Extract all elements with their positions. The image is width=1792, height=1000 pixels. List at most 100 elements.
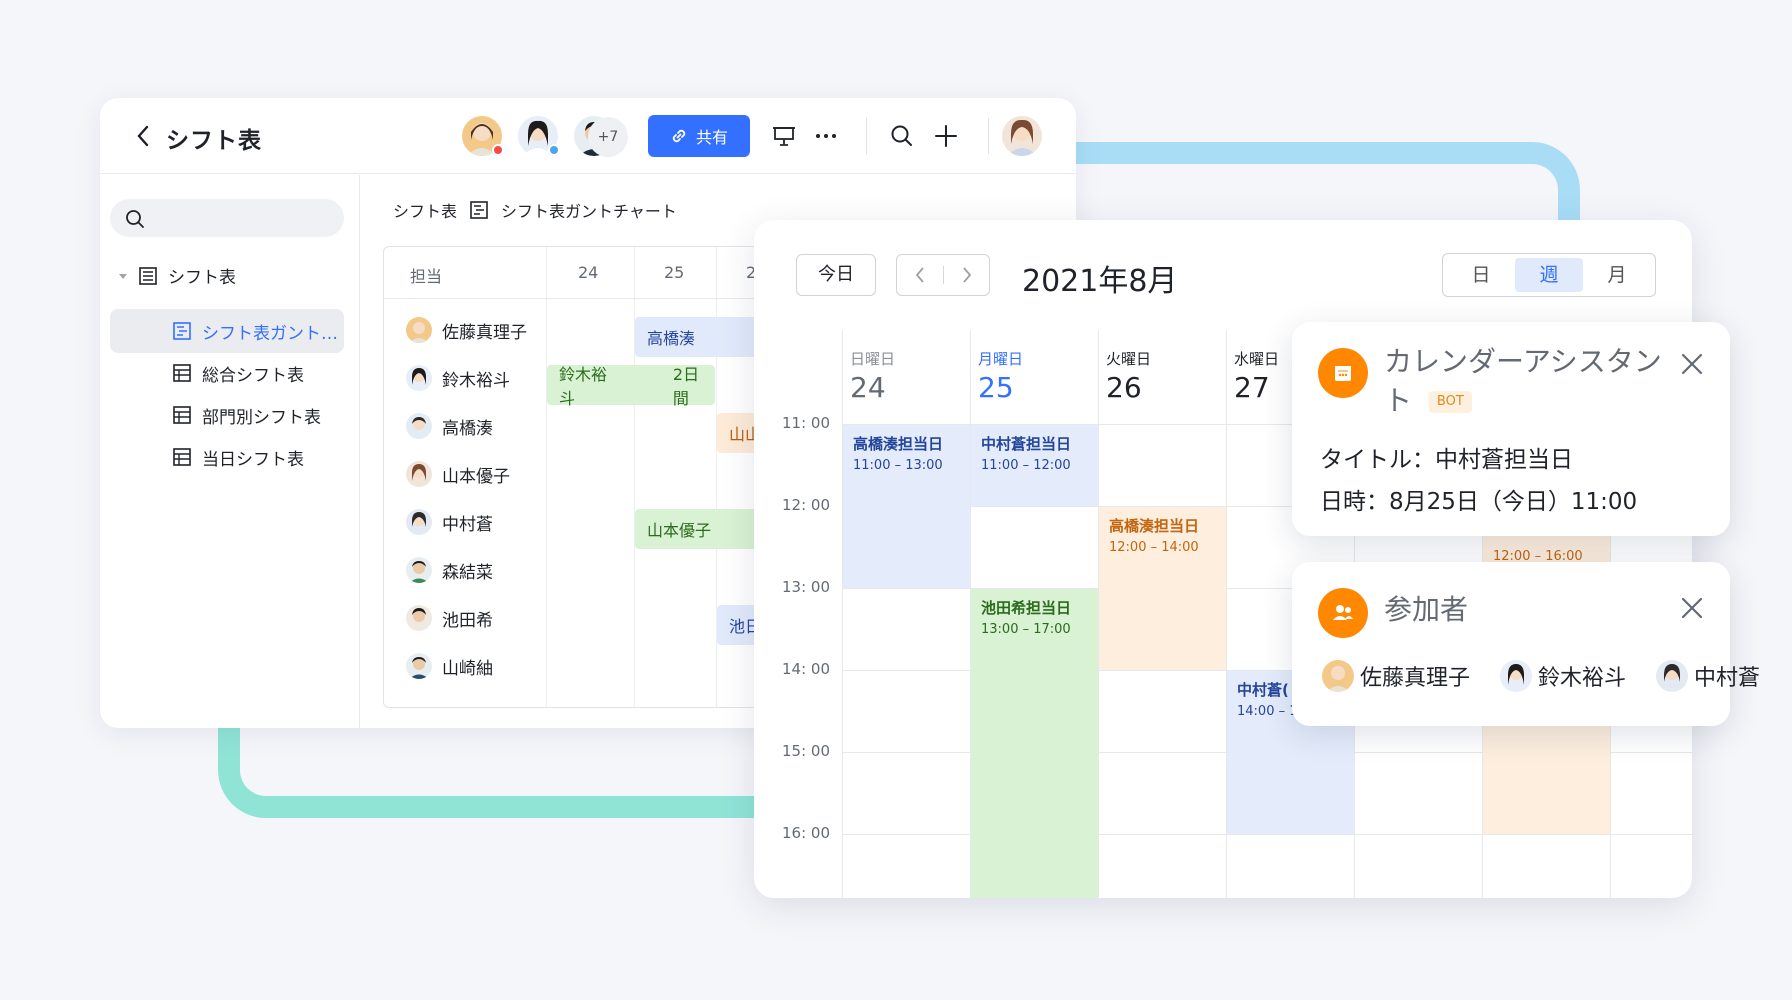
sidebar-item-label: 部門別シフト表 [202, 407, 321, 428]
gantt-row-person: 高橋湊 [406, 413, 493, 439]
event-time: 11:00 – 13:00 [853, 458, 943, 474]
close-icon[interactable] [1678, 594, 1706, 622]
calendar-event[interactable]: 高橋湊担当日 12:00 – 14:00 [1099, 507, 1226, 670]
gantt-grid-line [546, 247, 547, 707]
back-chevron-icon[interactable] [134, 124, 152, 148]
gantt-row-person: 森結菜 [406, 557, 493, 583]
sidebar-item-gantt[interactable]: シフト表ガント… [110, 309, 344, 353]
share-button[interactable]: 共有 [648, 115, 750, 157]
avatar [406, 413, 432, 439]
sidebar-item-department-shift[interactable]: 部門別シフト表 [110, 393, 344, 437]
participant-name: 中村蒼 [1694, 666, 1761, 691]
next-week-button[interactable] [944, 255, 990, 295]
table-icon [173, 364, 191, 382]
assistant-event-datetime: 日時：8月25日（今日）11:00 [1320, 489, 1638, 515]
document-icon [139, 266, 157, 285]
search-icon[interactable] [888, 122, 916, 150]
close-icon[interactable] [1678, 350, 1706, 378]
avatar [1656, 660, 1689, 692]
date-number: 25 [978, 371, 1014, 404]
calendar-event[interactable]: 中村蒼担当日 11:00 – 12:00 [971, 425, 1098, 506]
calendar-bot-icon [1318, 348, 1368, 398]
table-icon [173, 448, 191, 466]
time-label: 12: 00 [782, 496, 830, 514]
weekday-label: 日曜日 [850, 350, 896, 368]
avatar [406, 461, 432, 487]
event-time: 13:00 – 17:00 [981, 622, 1071, 638]
breadcrumb-current: シフト表ガントチャート [501, 202, 677, 221]
time-label: 14: 00 [782, 660, 830, 678]
link-icon [672, 129, 686, 143]
event-title: 高橋湊担当日 [853, 435, 944, 453]
calendar-event[interactable]: 池田希担当日 13:00 – 17:00 [971, 589, 1098, 898]
sidebar-item-general-shift[interactable]: 総合シフト表 [110, 351, 344, 395]
avatar [406, 653, 432, 679]
gantt-row-person: 山本優子 [406, 461, 510, 487]
chevron-left-icon [915, 267, 924, 283]
person-name: 山本優子 [442, 466, 510, 487]
calendar-event[interactable]: 高橋湊担当日 11:00 – 13:00 [843, 425, 970, 588]
gantt-owner-header: 担当 [410, 267, 443, 286]
search-icon [126, 210, 144, 228]
collapse-triangle-icon[interactable] [118, 271, 128, 281]
view-day-tab[interactable]: 日 [1447, 258, 1515, 292]
today-button[interactable]: 今日 [796, 254, 876, 296]
participants-card: 参加者 佐藤真理子 鈴木裕斗 中村蒼 [1292, 562, 1760, 726]
gantt-bar-label: 鈴木裕斗 [559, 365, 608, 408]
assistant-title-text: カレンダーアシスタント [1384, 345, 1662, 418]
date-number: 27 [1234, 371, 1270, 404]
gantt-grid-line [634, 247, 635, 707]
participants-title: 参加者 [1384, 593, 1469, 626]
participant-name: 鈴木裕斗 [1538, 666, 1627, 691]
table-icon [173, 406, 191, 424]
presentation-icon[interactable] [770, 122, 798, 150]
avatar [406, 317, 432, 343]
person-name: 森結菜 [442, 562, 493, 583]
event-title: 中村蒼担当日 [981, 435, 1072, 453]
day-header-tuesday[interactable]: 火曜日 26 [1106, 348, 1151, 404]
sidebar-root-label: シフト表 [168, 268, 236, 288]
gantt-bar-duration: 2日間 [672, 365, 700, 408]
more-collaborators-count[interactable]: +7 [588, 117, 628, 157]
weekday-label: 水曜日 [1234, 350, 1280, 368]
event-title: 池田希担当日 [981, 599, 1072, 617]
person-name: 山崎紬 [442, 658, 493, 679]
day-header-sunday[interactable]: 日曜日 24 [850, 348, 895, 404]
day-header-wednesday[interactable]: 水曜日 27 [1234, 348, 1279, 404]
month-title: 2021年8月 [1022, 264, 1178, 299]
person-name: 佐藤真理子 [442, 322, 527, 343]
calendar-assistant-card: カレンダーアシスタント BOT タイトル：中村蒼担当日 日時：8月25日（今日）… [1292, 322, 1730, 536]
person-name: 池田希 [442, 610, 493, 631]
day-header-monday[interactable]: 月曜日 25 [978, 348, 1023, 404]
avatar [406, 605, 432, 631]
weekday-label: 月曜日 [978, 350, 1024, 368]
view-week-tab[interactable]: 週 [1515, 258, 1583, 292]
grid-line [842, 330, 843, 898]
sidebar-search-input[interactable] [110, 199, 344, 237]
gantt-row-person: 佐藤真理子 [406, 317, 527, 343]
event-time: 12:00 – 14:00 [1109, 540, 1199, 556]
breadcrumb-parent[interactable]: シフト表 [393, 198, 457, 222]
sidebar-item-today-shift[interactable]: 当日シフト表 [110, 435, 344, 479]
gantt-bar-label: 山本優子 [647, 521, 712, 540]
sidebar-item-label: 当日シフト表 [202, 449, 304, 470]
page-title: シフト表 [166, 128, 262, 154]
person-name: 高橋湊 [442, 418, 493, 439]
gantt-bar-label: 高橋湊 [647, 329, 696, 348]
more-options-icon[interactable] [812, 122, 840, 150]
time-label: 11: 00 [782, 414, 830, 432]
gantt-bar[interactable]: 鈴木裕斗 2日間 [547, 365, 715, 408]
current-user-avatar[interactable] [1002, 116, 1042, 156]
status-dot [492, 144, 504, 156]
weekday-label: 火曜日 [1106, 350, 1152, 368]
gantt-date-header: 24 [578, 263, 599, 282]
bot-badge: BOT [1428, 391, 1472, 414]
date-number: 26 [1106, 371, 1142, 404]
prev-week-button[interactable] [897, 255, 943, 295]
divider [988, 118, 989, 154]
sidebar-root-shift-table[interactable]: シフト表 [118, 263, 236, 288]
add-icon[interactable] [932, 122, 960, 150]
week-navigation [896, 254, 990, 296]
view-month-tab[interactable]: 月 [1583, 258, 1651, 292]
divider [866, 118, 867, 154]
